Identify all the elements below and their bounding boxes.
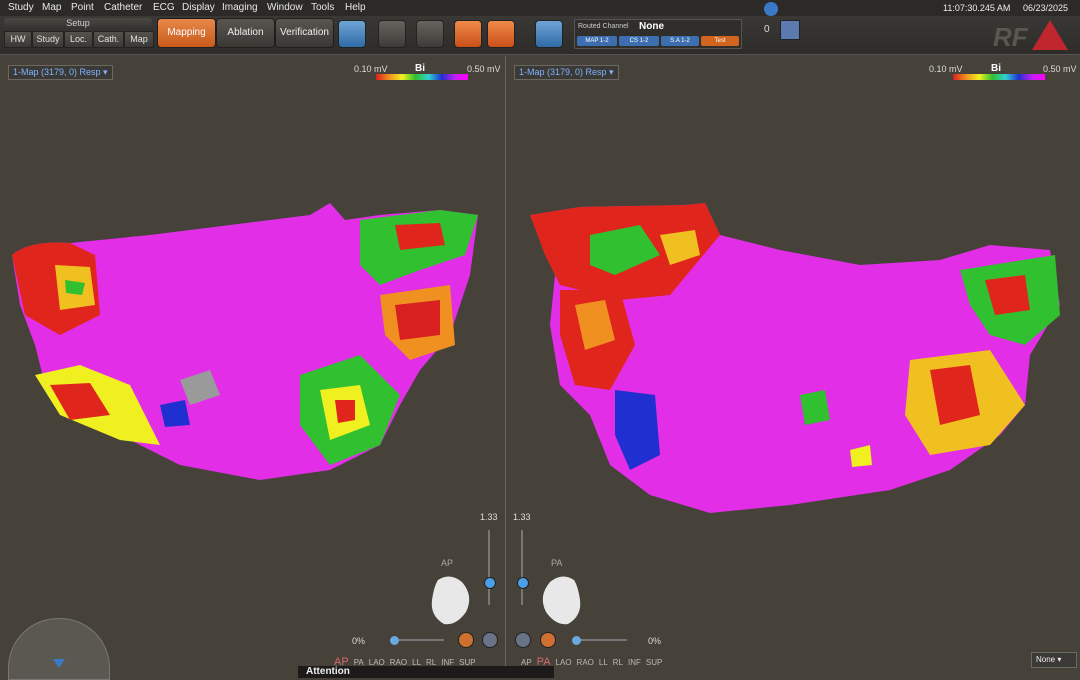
menu-imaging[interactable]: Imaging (222, 2, 258, 13)
left-pct: 0% (352, 636, 366, 646)
right-map-select[interactable]: 1-Map (3179, 0) Resp ▾ (514, 65, 619, 80)
right-opacity-slider[interactable] (575, 639, 627, 641)
menu-window[interactable]: Window (267, 2, 303, 13)
right-zoom-label: 1.33 (513, 512, 531, 522)
right-view-inf[interactable]: INF (628, 658, 641, 667)
ablation-button[interactable]: Ablation (216, 18, 275, 48)
channel-test[interactable]: Test (701, 36, 739, 46)
menu-ecg[interactable]: ECG (153, 2, 175, 13)
routed-channel-label: Routed Channel (578, 23, 629, 30)
setup-map-button[interactable]: Map (124, 31, 154, 48)
mapping-button[interactable]: Mapping (157, 18, 216, 48)
right-pct: 0% (648, 636, 662, 646)
right-zoom-track[interactable] (521, 530, 523, 605)
menu-bar: Study Map Point Catheter ECG Display Ima… (0, 0, 1080, 16)
record-icon[interactable] (378, 20, 406, 48)
left-map-select[interactable]: 1-Map (3179, 0) Resp ▾ (8, 65, 113, 80)
setup-label: Setup (4, 18, 152, 29)
menu-display[interactable]: Display (182, 2, 215, 13)
auto-icon[interactable] (416, 20, 444, 48)
left-zoom-label: 1.33 (480, 512, 498, 522)
settings-gear-icon[interactable] (764, 2, 778, 16)
right-colorbar (953, 74, 1045, 80)
right-cb-min: 0.10 mV (929, 64, 963, 74)
right-cb-title: Bi (991, 63, 1001, 74)
menu-point[interactable]: Point (71, 2, 94, 13)
left-colorbar (376, 74, 468, 80)
right-view-rao[interactable]: RAO (577, 658, 594, 667)
channel-sa[interactable]: S.A 1-2 (661, 36, 699, 46)
right-opacity-thumb[interactable] (572, 636, 581, 645)
right-map-select-label: 1-Map (3179, 0) Resp (519, 67, 607, 77)
alert-triangle-icon[interactable] (454, 20, 482, 48)
setup-hw-button[interactable]: HW (4, 31, 32, 48)
verification-button[interactable]: Verification (275, 18, 334, 48)
left-map-select-label: 1-Map (3179, 0) Resp (13, 67, 101, 77)
monitor-icon[interactable] (780, 20, 800, 40)
left-heart-orientation-icon (431, 576, 470, 625)
clock-date: 06/23/2025 (1023, 3, 1069, 13)
attention-banner: Attention (298, 666, 554, 678)
right-view-ll[interactable]: LL (599, 658, 608, 667)
routed-channel-value: None (639, 21, 664, 32)
small-value: 0 (764, 24, 770, 35)
right-view-sup[interactable]: SUP (646, 658, 662, 667)
setup-study-button[interactable]: Study (32, 31, 64, 48)
right-zoom-thumb[interactable] (517, 577, 529, 589)
right-rotate-button[interactable] (515, 632, 531, 648)
rf-logo: RF (993, 22, 1028, 52)
menu-help[interactable]: Help (345, 2, 366, 13)
compass-pointer-icon (53, 659, 65, 668)
right-orient-button[interactable] (540, 632, 556, 648)
right-view-lao[interactable]: LAO (556, 658, 572, 667)
navigation-compass[interactable] (8, 618, 110, 680)
viewport-divider (505, 56, 506, 675)
right-voltage-map[interactable] (520, 195, 1065, 520)
clock-time: 11:07:30.245 AM (943, 3, 1011, 13)
warning-triangle-icon (1032, 20, 1068, 50)
left-cb-max: 0.50 mV (467, 64, 501, 74)
left-opacity-slider[interactable] (392, 639, 444, 641)
menu-map[interactable]: Map (42, 2, 61, 13)
left-orient-button[interactable] (458, 632, 474, 648)
snapshot-icon[interactable] (487, 20, 515, 48)
right-view-rl[interactable]: RL (613, 658, 623, 667)
heart-view-icon[interactable] (338, 20, 366, 48)
right-heart-orientation-icon (542, 576, 581, 625)
left-zoom-track[interactable] (488, 530, 490, 605)
channel-map[interactable]: MAP 1-2 (577, 36, 617, 46)
bottom-none-select[interactable]: None ▾ (1031, 652, 1077, 668)
left-rotate-button[interactable] (482, 632, 498, 648)
channel-cs[interactable]: CS 1-2 (619, 36, 659, 46)
left-cb-min: 0.10 mV (354, 64, 388, 74)
left-opacity-thumb[interactable] (390, 636, 399, 645)
screen-icon[interactable] (535, 20, 563, 48)
bottom-none-select-label: None (1036, 655, 1056, 664)
menu-study[interactable]: Study (8, 2, 34, 13)
right-view-label: PA (551, 558, 563, 568)
left-view-label: AP (441, 558, 454, 568)
menu-tools[interactable]: Tools (311, 2, 334, 13)
left-cb-title: Bi (415, 63, 425, 74)
setup-cath-button[interactable]: Cath. (93, 31, 124, 48)
setup-loc-button[interactable]: Loc. (64, 31, 93, 48)
left-zoom-thumb[interactable] (484, 577, 496, 589)
right-cb-max: 0.50 mV (1043, 64, 1077, 74)
left-voltage-map[interactable] (0, 195, 500, 485)
menu-catheter[interactable]: Catheter (104, 2, 142, 13)
routed-channel-panel: Routed Channel None MAP 1-2 CS 1-2 S.A 1… (574, 19, 742, 49)
